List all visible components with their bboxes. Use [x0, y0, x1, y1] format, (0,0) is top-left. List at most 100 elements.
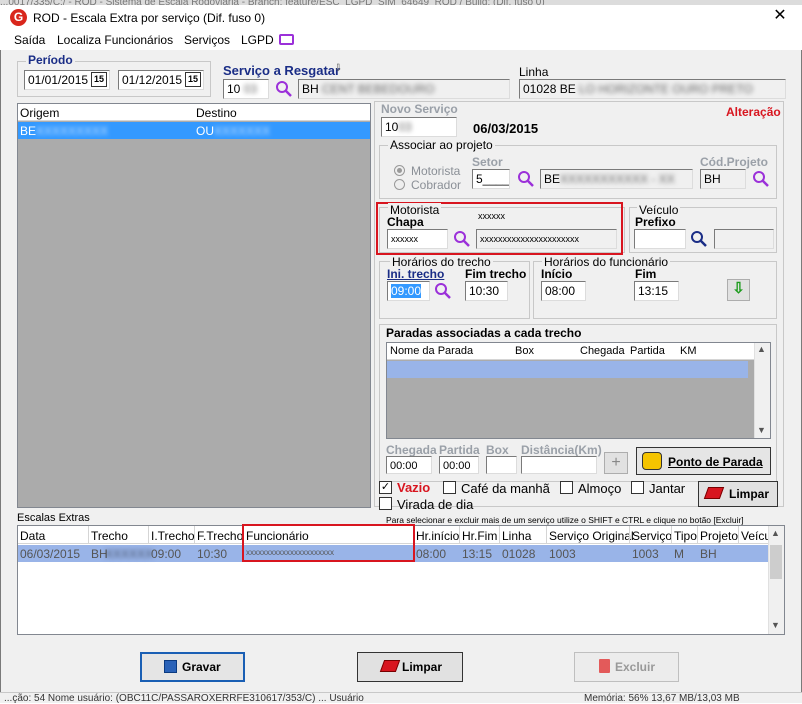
- monitor-icon[interactable]: [279, 34, 294, 45]
- search-icon[interactable]: [517, 170, 535, 188]
- inicio-input[interactable]: 08:00: [541, 281, 586, 301]
- close-button[interactable]: ✕: [770, 6, 790, 26]
- prefixo-input[interactable]: [634, 229, 686, 249]
- trash-icon: [599, 659, 610, 673]
- search-icon[interactable]: [275, 80, 293, 98]
- radio-cobrador[interactable]: [394, 179, 405, 190]
- fim-label: Fim: [635, 267, 657, 281]
- status-left: ...ção: 54 Nome usuário: (OBC11C/PASSARO…: [4, 693, 364, 704]
- scroll-up-icon[interactable]: ▲: [757, 344, 766, 354]
- fim-trecho-label: Fim trecho: [465, 267, 527, 281]
- column-divider: [148, 526, 149, 544]
- novo-servico-input[interactable]: 1003: [381, 117, 457, 137]
- add-parada-button[interactable]: +: [604, 452, 628, 474]
- search-icon[interactable]: [752, 170, 770, 188]
- partida-value: 00:00: [443, 460, 471, 472]
- cafe-label: Café da manhã: [461, 481, 550, 496]
- destino-cell: OUXXXXXXX: [196, 124, 271, 138]
- fim-trecho-input[interactable]: 10:30: [465, 281, 508, 301]
- cod-projeto-input: BH: [700, 169, 746, 189]
- scroll-down-icon[interactable]: ▼: [771, 620, 780, 630]
- partida-input[interactable]: 00:00: [439, 456, 479, 474]
- jantar-label: Jantar: [649, 481, 686, 496]
- escalas-col-header[interactable]: Linha: [502, 529, 531, 543]
- calendar-icon[interactable]: 15: [91, 72, 107, 87]
- menu-lgpd[interactable]: LGPD: [241, 33, 274, 47]
- column-divider: [499, 526, 500, 544]
- paradas-col-box: Box: [515, 345, 534, 357]
- servico-resgatar-label: Serviço a Resgatar: [223, 63, 341, 78]
- gravar-label: Gravar: [182, 660, 221, 674]
- escalas-col-header[interactable]: Hr.início: [416, 529, 459, 543]
- excluir-label: Excluir: [615, 660, 656, 674]
- linha-value: 01028 BE: [523, 82, 576, 96]
- radio-motorista[interactable]: [394, 165, 405, 176]
- scroll-up-icon[interactable]: ▲: [771, 528, 780, 538]
- ini-trecho-value: 09:00: [391, 284, 422, 298]
- column-divider: [88, 526, 89, 544]
- menu-saida[interactable]: Saída: [14, 33, 45, 47]
- fim-value: 13:15: [638, 284, 669, 298]
- jantar-checkbox[interactable]: [631, 481, 644, 494]
- escalas-scrollbar[interactable]: [768, 526, 784, 634]
- arrow-down-button[interactable]: ⇩: [727, 279, 750, 301]
- virada-label: Virada de dia: [397, 497, 474, 512]
- destino-header: Destino: [196, 106, 237, 120]
- fim-input[interactable]: 13:15: [634, 281, 679, 301]
- chegada-value: 00:00: [390, 460, 418, 472]
- periodo-start-value: 01/01/2015: [28, 73, 89, 87]
- periodo-label: Período: [26, 53, 75, 67]
- paradas-scrollbar[interactable]: [754, 343, 770, 438]
- column-divider: [459, 526, 460, 544]
- almoco-checkbox[interactable]: [560, 481, 573, 494]
- search-icon[interactable]: [434, 282, 452, 300]
- motorista-mask: xxxxxx: [478, 211, 505, 221]
- escalas-col-header[interactable]: Serviço Original: [549, 529, 634, 543]
- virada-checkbox[interactable]: [379, 497, 392, 510]
- scroll-thumb[interactable]: [770, 545, 782, 579]
- scroll-down-icon[interactable]: ▼: [757, 425, 766, 435]
- servico-code-input[interactable]: 10 03: [223, 79, 269, 99]
- ini-trecho-input[interactable]: 09:00: [387, 281, 430, 301]
- column-divider: [629, 526, 630, 544]
- escalas-col-header[interactable]: F.Trecho: [197, 529, 243, 543]
- chapa-input[interactable]: xxxxxx: [387, 229, 448, 249]
- escalas-label: Escalas Extras: [17, 512, 90, 524]
- calendar-icon[interactable]: 15: [185, 72, 201, 87]
- search-icon[interactable]: [453, 230, 471, 248]
- escalas-col-header[interactable]: Serviço: [632, 529, 672, 543]
- escalas-cell: BH: [700, 547, 717, 561]
- escalas-col-header[interactable]: Trecho: [91, 529, 128, 543]
- chegada-label: Chegada: [386, 443, 437, 457]
- highlight-box: [242, 524, 415, 562]
- servico-code-value: 10: [227, 82, 241, 96]
- escalas-cell: M: [674, 547, 684, 561]
- box-input[interactable]: [486, 456, 517, 474]
- escalas-cell: 08:00: [416, 547, 447, 561]
- paradas-col-chegada: Chegada: [580, 345, 625, 357]
- escalas-col-header[interactable]: Tipo: [674, 529, 697, 543]
- escalas-cell: 10:30: [197, 547, 228, 561]
- chapa-label: Chapa: [387, 215, 424, 229]
- linha-label: Linha: [519, 65, 549, 79]
- table-row[interactable]: [387, 361, 748, 378]
- menu-localiza-funcionarios[interactable]: Localiza Funcionários: [57, 33, 173, 47]
- menu-servicos[interactable]: Serviços: [184, 33, 230, 47]
- origem-header: Origem: [20, 106, 60, 120]
- distancia-input[interactable]: [521, 456, 597, 474]
- escalas-col-header[interactable]: Veícu: [741, 529, 771, 543]
- novo-servico-value: 10: [385, 120, 399, 134]
- setor-input[interactable]: 5____: [472, 169, 510, 189]
- cafe-checkbox[interactable]: [443, 481, 456, 494]
- escalas-col-header[interactable]: Projeto: [700, 529, 738, 543]
- escalas-col-header[interactable]: Hr.Fim: [462, 529, 497, 543]
- setor-name-input: BEXXXXXXXXXXX - XX: [540, 169, 693, 189]
- escalas-col-header[interactable]: I.Trecho: [151, 529, 195, 543]
- origem-cell: BEXXXXXXXXX: [20, 124, 109, 138]
- chegada-input[interactable]: 00:00: [386, 456, 432, 474]
- app-logo-icon: G: [10, 9, 27, 26]
- vazio-checkbox[interactable]: ✓: [379, 481, 392, 494]
- escalas-cell: 06/03/2015: [20, 547, 81, 561]
- search-icon[interactable]: [690, 230, 708, 248]
- escalas-col-header[interactable]: Data: [20, 529, 45, 543]
